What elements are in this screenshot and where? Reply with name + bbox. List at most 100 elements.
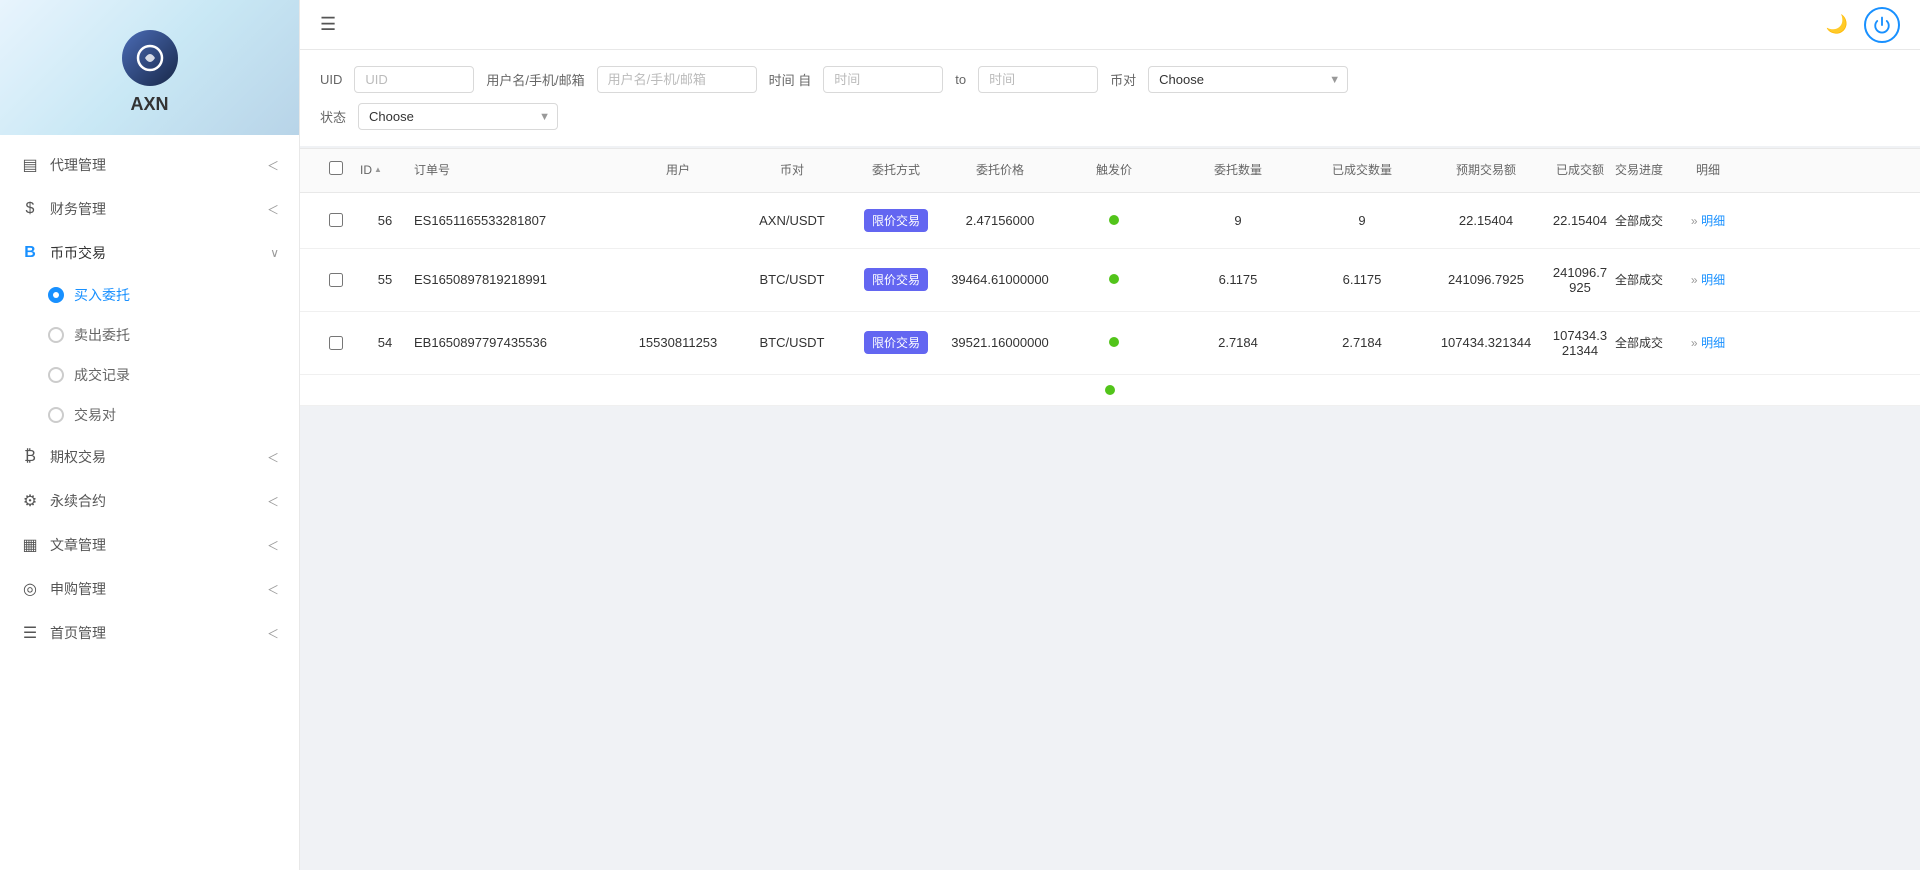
sidebar-item-futures[interactable]: ₿ 期权交易 ＜ xyxy=(0,435,299,479)
article-mgmt-icon: ▦ xyxy=(20,535,40,555)
row3-detail: » 明细 xyxy=(1668,334,1748,351)
time-from-input[interactable] xyxy=(823,66,943,93)
filter-row-2: 状态 Choose ▼ xyxy=(320,103,1900,130)
row3-order-no: EB1650897797435536 xyxy=(414,335,614,350)
sidebar-item-trade-records[interactable]: 成交记录 xyxy=(0,355,299,395)
row1-price: 2.47156000 xyxy=(950,213,1050,228)
row2-checkbox-cell[interactable] xyxy=(316,273,356,287)
sidebar-item-buy-orders[interactable]: 买入委托 xyxy=(0,275,299,315)
coin-trade-label: 币币交易 xyxy=(50,243,106,263)
row3-expected-vol: 107434.321344 xyxy=(1426,335,1546,350)
row3-trigger-dot xyxy=(1109,337,1119,347)
sidebar-item-ipo-mgmt[interactable]: ◎ 申购管理 ＜ xyxy=(0,567,299,611)
time-to-label: to xyxy=(955,72,966,87)
row1-expected-vol: 22.15404 xyxy=(1426,213,1546,228)
sidebar-item-agent-mgmt[interactable]: ▤ 代理管理 ＜ xyxy=(0,143,299,187)
row2-qty: 6.1175 xyxy=(1178,272,1298,287)
buy-orders-label: 买入委托 xyxy=(74,285,130,305)
username-input[interactable] xyxy=(597,66,757,93)
agent-mgmt-label: 代理管理 xyxy=(50,155,106,175)
row2-order-no: ES1650897819218991 xyxy=(414,272,614,287)
row2-price: 39464.61000000 xyxy=(950,272,1050,287)
coin-trade-icon: B xyxy=(20,244,40,262)
agent-mgmt-icon: ▤ xyxy=(20,155,40,175)
row3-pair: BTC/USDT xyxy=(742,335,842,350)
th-pair: 币对 xyxy=(742,163,842,179)
sidebar-item-perpetual[interactable]: ⚙ 永续合约 ＜ xyxy=(0,479,299,523)
row3-detail-link[interactable]: 明细 xyxy=(1701,336,1725,350)
row1-arrow: » xyxy=(1691,214,1698,228)
hamburger-icon[interactable]: ☰ xyxy=(320,14,336,35)
row3-check[interactable] xyxy=(329,336,343,350)
power-button[interactable] xyxy=(1864,7,1900,43)
trade-records-label: 成交记录 xyxy=(74,365,130,385)
row1-progress: 全部成交 xyxy=(1614,212,1664,229)
ipo-mgmt-icon: ◎ xyxy=(20,579,40,599)
sidebar: AXN ▤ 代理管理 ＜ $ 财务管理 ＜ B 币币交易 ∨ xyxy=(0,0,300,870)
th-filled-qty: 已成交数量 xyxy=(1302,163,1422,179)
row1-pair: AXN/USDT xyxy=(742,213,842,228)
row3-arrow: » xyxy=(1691,336,1698,350)
futures-arrow: ＜ xyxy=(267,449,279,466)
table-row-2: 55 ES1650897819218991 BTC/USDT 限价交易 3946… xyxy=(316,249,1904,311)
topbar-left: ☰ xyxy=(320,14,336,35)
perpetual-label: 永续合约 xyxy=(50,491,106,511)
table-row-4-wrap xyxy=(300,375,1920,406)
row1-filled-qty: 9 xyxy=(1302,213,1422,228)
sidebar-logo: AXN xyxy=(0,0,299,135)
row1-detail-link[interactable]: 明细 xyxy=(1701,214,1725,228)
sidebar-item-home-mgmt[interactable]: ☰ 首页管理 ＜ xyxy=(0,611,299,655)
row1-checkbox[interactable] xyxy=(316,213,356,227)
sell-orders-dot xyxy=(48,327,64,343)
time-to-input[interactable] xyxy=(978,66,1098,93)
home-mgmt-arrow: ＜ xyxy=(267,625,279,642)
uid-label: UID xyxy=(320,72,342,87)
status-select-wrap: Choose ▼ xyxy=(358,103,558,130)
row1-check[interactable] xyxy=(329,213,343,227)
coin-trade-submenu: 买入委托 卖出委托 成交记录 交易对 xyxy=(0,275,299,435)
row3-progress-text: 全部成交 xyxy=(1615,334,1663,351)
logo-icon xyxy=(122,30,178,86)
row2-method: 限价交易 xyxy=(846,268,946,291)
username-label: 用户名/手机/邮箱 xyxy=(486,70,584,89)
pair-select[interactable]: Choose AXN/USDT BTC/USDT xyxy=(1148,66,1348,93)
sidebar-item-trade-pairs[interactable]: 交易对 xyxy=(0,395,299,435)
pair-label: 币对 xyxy=(1110,70,1136,89)
table-row: 56 ES1651165533281807 AXN/USDT 限价交易 2.47… xyxy=(300,193,1920,249)
id-sort[interactable]: ▲ xyxy=(374,165,382,175)
row2-detail: » 明细 xyxy=(1668,271,1748,288)
th-id: ID ▲ xyxy=(360,163,410,179)
row3-progress: 全部成交 xyxy=(1614,334,1664,351)
th-checkbox xyxy=(316,161,356,180)
sidebar-item-coin-trade[interactable]: B 币币交易 ∨ xyxy=(0,231,299,275)
row3-checkbox-cell[interactable] xyxy=(316,336,356,350)
uid-input[interactable] xyxy=(354,66,474,93)
row3-filled-qty: 2.7184 xyxy=(1302,335,1422,350)
status-select[interactable]: Choose xyxy=(358,103,558,130)
buy-orders-dot xyxy=(48,287,64,303)
futures-label: 期权交易 xyxy=(50,447,106,467)
perpetual-arrow: ＜ xyxy=(267,493,279,510)
row2-progress: 全部成交 xyxy=(1614,271,1664,288)
row2-detail-link[interactable]: 明细 xyxy=(1701,273,1725,287)
moon-icon[interactable]: 🌙 xyxy=(1826,14,1848,35)
coin-trade-arrow: ∨ xyxy=(270,246,279,260)
row2-method-badge: 限价交易 xyxy=(864,268,928,291)
th-expected-vol: 预期交易额 xyxy=(1426,163,1546,179)
sidebar-item-article-mgmt[interactable]: ▦ 文章管理 ＜ xyxy=(0,523,299,567)
row2-check[interactable] xyxy=(329,273,343,287)
row1-method-badge: 限价交易 xyxy=(864,209,928,232)
table-header: ID ▲ 订单号 用户 币对 委托方式 委托价格 触发价 委托数量 已成交数量 … xyxy=(300,148,1920,193)
article-mgmt-arrow: ＜ xyxy=(267,537,279,554)
row1-trigger-dot xyxy=(1109,215,1119,225)
row3-method-badge: 限价交易 xyxy=(864,331,928,354)
th-detail: 明细 xyxy=(1668,163,1748,179)
th-qty: 委托数量 xyxy=(1178,163,1298,179)
sidebar-item-finance-mgmt[interactable]: $ 财务管理 ＜ xyxy=(0,187,299,231)
row2-trigger xyxy=(1054,272,1174,287)
row1-trigger xyxy=(1054,213,1174,228)
header-checkbox[interactable] xyxy=(329,161,343,175)
row1-filled-vol: 22.15404 xyxy=(1550,213,1610,228)
sidebar-item-sell-orders[interactable]: 卖出委托 xyxy=(0,315,299,355)
finance-mgmt-label: 财务管理 xyxy=(50,199,106,219)
